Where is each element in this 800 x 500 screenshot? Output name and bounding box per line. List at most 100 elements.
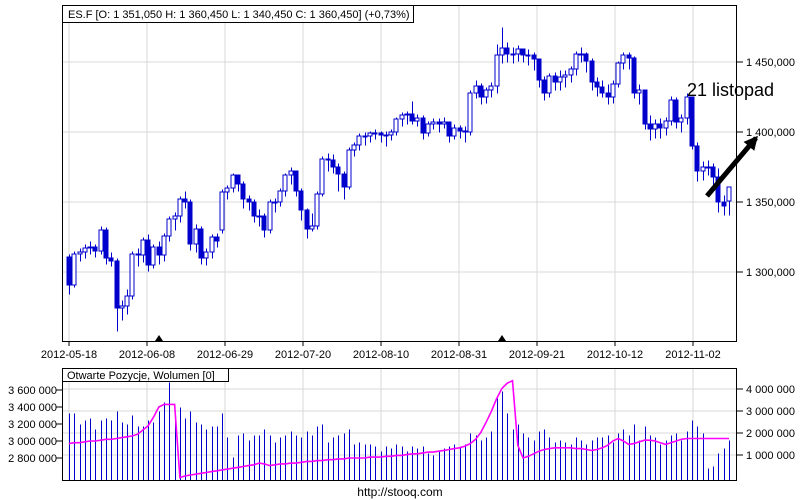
candle-body [214,236,220,242]
date-axis-label: 2012-06-08 [119,349,175,361]
candle-body [393,118,399,133]
volume-axis-label: 4 000 000 [746,384,795,396]
candle-body [314,193,320,227]
candle-body [414,117,420,122]
candle-body [246,198,252,203]
candle-body [230,174,236,189]
candle-body [657,123,663,129]
rollover-marker [155,335,163,341]
candle-body [557,76,563,83]
candle-body [351,144,357,151]
candle-body [87,246,93,249]
candle-body [620,54,626,64]
oi-axis-label: 3 400 000 [8,402,57,414]
candle-body [652,123,658,130]
candle-body [483,89,489,98]
candle-body [166,218,172,237]
rollover-marker [498,335,506,341]
candle-body [578,53,584,56]
volume-panel-title: Otwarte Pozycje, Wolumen [0] [67,370,215,382]
price-axis-label: 1 350,000 [746,197,795,209]
candle-body [515,48,521,55]
candle-body [441,121,447,125]
candle-body [684,96,690,119]
candle-body [145,239,151,266]
candle-body [77,251,83,255]
candle-body [605,92,611,98]
candle-body [430,121,436,125]
candle-body [478,85,484,98]
candle-body [599,86,605,94]
candle-body [457,127,463,132]
candle-body [108,257,114,262]
candle-body [372,132,378,135]
candle-body [272,201,278,204]
volume-axis-label: 1 000 000 [746,450,795,462]
candle-body [135,253,141,256]
candle-body [420,117,426,134]
price-axis-label: 1 300,000 [746,267,795,279]
candle-body [256,215,262,218]
candle-body [700,166,706,172]
candle-body [589,60,595,83]
candle-body [219,191,225,231]
candle-body [140,239,146,256]
candle-body [304,209,310,230]
candle-body [678,117,684,123]
price-axis-label: 1 400,000 [746,127,795,139]
candle-body [673,99,679,123]
candle-body [172,215,178,220]
annotation-label: 21 listopad [687,80,774,100]
candle-body [298,190,304,211]
volume-axis-label: 2 000 000 [746,428,795,440]
volume-axis-label: 3 000 000 [746,406,795,418]
candle-body [277,190,283,203]
candle-body [726,186,732,202]
date-axis-label: 2012-07-20 [275,349,331,361]
candle-body [562,74,568,78]
date-axis-label: 2012-06-29 [197,349,253,361]
candle-body [124,295,130,307]
candle-body [367,132,373,137]
date-axis-label: 2012-08-10 [353,349,409,361]
candle-body [631,57,637,94]
candlestick-series [66,27,732,332]
oi-axis-label: 3 000 000 [8,436,57,448]
candle-body [525,54,531,57]
candle-body [436,121,442,125]
price-panel-border [62,5,737,342]
candle-body [240,183,246,200]
candle-body [267,201,273,231]
candle-body [319,158,325,195]
candle-body [187,201,193,245]
candle-body [119,305,125,309]
candle-body [156,246,162,256]
candle-body [235,174,241,185]
rollover-markers [155,335,506,341]
candle-body [399,114,405,120]
candle-body [626,54,632,59]
candle-body [161,235,167,256]
candle-body [193,228,199,245]
oi-axis-label: 3 200 000 [8,419,57,431]
candle-body [636,89,642,94]
candle-body [71,253,77,286]
candle-body [335,166,341,175]
candle-body [536,58,542,81]
candle-body [362,135,368,138]
candle-body [583,53,589,62]
candle-body [198,228,204,259]
candle-body [642,89,648,125]
stooq-chart-page: ES.F [O: 1 351,050 H: 1 360,450 L: 1 340… [0,0,800,500]
candle-body [388,131,394,136]
date-axis-label: 2012-11-02 [665,349,720,361]
candle-body [203,251,209,259]
candle-body [451,127,457,137]
candle-body [98,229,104,252]
candle-body [261,215,267,231]
candle-body [668,99,674,122]
candle-body [309,225,315,230]
candle-body [325,158,331,161]
volume-panel-border [62,368,737,481]
candle-body [446,121,452,137]
